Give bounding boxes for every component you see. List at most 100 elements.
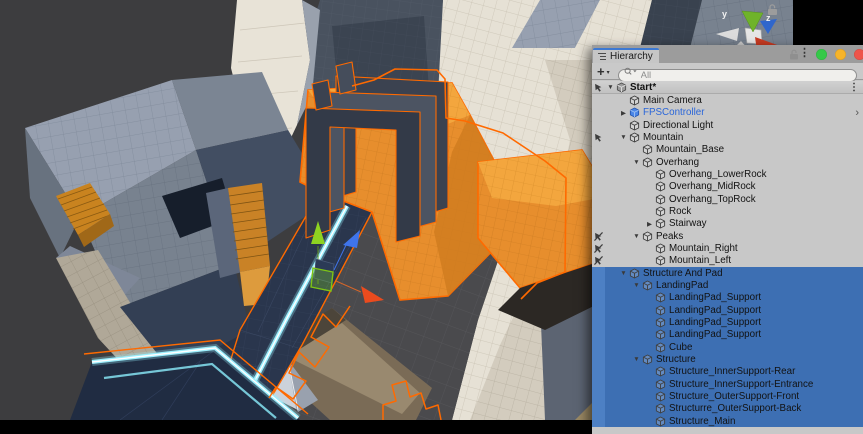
hierarchy-row[interactable]: ▼Mountain xyxy=(592,131,863,143)
hierarchy-row[interactable]: Structure_OuterSupport-Front xyxy=(592,390,863,402)
indent-spacer xyxy=(605,359,631,360)
indent-spacer xyxy=(605,149,631,150)
cube-icon xyxy=(655,292,667,303)
window-button-yellow[interactable] xyxy=(835,49,846,60)
row-label: Structurre_OuterSupport-Back xyxy=(669,403,801,414)
indent-spacer xyxy=(605,100,618,101)
hierarchy-row[interactable]: ▼Overhang xyxy=(592,156,863,168)
picking-toggle-icon[interactable] xyxy=(592,131,605,143)
scene-header-row[interactable]: ▼ Start* ⋮ xyxy=(592,81,863,94)
hierarchy-row[interactable]: LandingPad_Support xyxy=(592,329,863,341)
gutter-cell xyxy=(592,218,605,230)
row-label: LandingPad_Support xyxy=(669,329,761,340)
indent-spacer xyxy=(605,408,644,409)
row-label: Mountain_Base xyxy=(656,144,724,155)
gutter-cell xyxy=(592,94,605,106)
hierarchy-row[interactable]: Overhang_MidRock xyxy=(592,181,863,193)
tab-strip: Hierarchy ⋮ xyxy=(592,45,863,63)
gutter-cell xyxy=(592,415,605,427)
indent-spacer xyxy=(605,285,631,286)
hierarchy-toolbar: + ▾ xyxy=(592,63,863,80)
picking-toggle-icon[interactable] xyxy=(592,81,605,93)
hierarchy-row[interactable]: Cube xyxy=(592,341,863,353)
expand-arrow-icon[interactable]: ▶ xyxy=(644,220,655,228)
row-label: Mountain_Right xyxy=(669,243,738,254)
hierarchy-row[interactable]: ▼Structure And Pad xyxy=(592,267,863,279)
cube-icon xyxy=(655,391,667,402)
gutter-cell xyxy=(592,168,605,180)
cube-icon xyxy=(655,194,667,205)
cube-icon xyxy=(655,169,667,180)
hierarchy-row[interactable]: Structure_Main xyxy=(592,415,863,427)
indent-spacer xyxy=(605,384,644,385)
kebab-menu-icon[interactable]: ⋮ xyxy=(849,81,859,93)
gutter-cell xyxy=(592,267,605,279)
add-dropdown-caret-icon[interactable]: ▾ xyxy=(607,69,610,76)
row-label: Main Camera xyxy=(643,95,702,106)
hierarchy-row[interactable]: Structurre_OuterSupport-Back xyxy=(592,403,863,415)
prefab-open-chevron-icon[interactable]: › xyxy=(855,107,859,119)
expand-arrow-icon[interactable]: ▼ xyxy=(631,233,642,240)
prefab-icon xyxy=(629,107,641,118)
row-label: LandingPad_Support xyxy=(669,317,761,328)
indent-spacer xyxy=(605,137,618,138)
picking-disabled-icon[interactable] xyxy=(592,242,605,254)
indent-spacer xyxy=(605,273,618,274)
hierarchy-row[interactable]: Mountain_Left xyxy=(592,255,863,267)
expand-arrow-icon[interactable]: ▶ xyxy=(618,109,629,117)
cube-icon xyxy=(655,255,667,266)
hierarchy-row[interactable]: ▼LandingPad xyxy=(592,279,863,291)
cube-icon xyxy=(629,120,641,131)
expand-arrow-icon[interactable]: ▼ xyxy=(631,282,642,289)
gutter-cell xyxy=(592,316,605,328)
hierarchy-row[interactable]: Overhang_LowerRock xyxy=(592,168,863,180)
hierarchy-row[interactable]: Mountain_Right xyxy=(592,242,863,254)
cube-icon xyxy=(655,329,667,340)
expand-arrow-icon[interactable]: ▼ xyxy=(605,84,616,91)
indent-spacer xyxy=(605,310,644,311)
expand-arrow-icon[interactable]: ▼ xyxy=(631,356,642,363)
search-icon[interactable] xyxy=(624,67,638,76)
row-label: Stairway xyxy=(669,218,707,229)
cube-icon xyxy=(655,317,667,328)
row-label: Cube xyxy=(669,342,692,353)
hierarchy-row[interactable]: ▼Structure xyxy=(592,353,863,365)
window-button-red[interactable] xyxy=(854,49,863,60)
hierarchy-row[interactable]: Main Camera xyxy=(592,94,863,106)
hierarchy-row[interactable]: Mountain_Base xyxy=(592,144,863,156)
hierarchy-row[interactable]: Directional Light xyxy=(592,119,863,131)
expand-arrow-icon[interactable]: ▼ xyxy=(631,159,642,166)
hierarchy-row[interactable]: LandingPad_Support xyxy=(592,316,863,328)
indent-spacer xyxy=(605,421,644,422)
cube-icon xyxy=(629,132,641,143)
indent-spacer xyxy=(605,322,644,323)
gutter-cell xyxy=(592,181,605,193)
hierarchy-row[interactable]: Structure_InnerSupport-Entrance xyxy=(592,378,863,390)
hierarchy-row[interactable]: Overhang_TopRock xyxy=(592,193,863,205)
gutter-cell xyxy=(592,403,605,415)
hierarchy-row[interactable]: Rock xyxy=(592,205,863,217)
tab-hierarchy[interactable]: Hierarchy xyxy=(593,48,659,63)
expand-arrow-icon[interactable]: ▼ xyxy=(618,134,629,141)
hierarchy-row[interactable]: ▼ Peaks xyxy=(592,230,863,242)
indent-spacer xyxy=(605,248,644,249)
hierarchy-row[interactable]: LandingPad_Support xyxy=(592,292,863,304)
row-label: Peaks xyxy=(656,231,683,242)
lock-icon[interactable] xyxy=(789,49,799,60)
hierarchy-row[interactable]: Structure_InnerSupport-Rear xyxy=(592,366,863,378)
row-label: Overhang_MidRock xyxy=(669,181,756,192)
row-label: Start* xyxy=(630,82,656,93)
hierarchy-row[interactable]: LandingPad_Support xyxy=(592,304,863,316)
panel-menu-icon[interactable]: ⋮ xyxy=(799,46,810,59)
add-gameobject-button[interactable]: + xyxy=(597,65,605,78)
hierarchy-row[interactable]: ▶ FPSController › xyxy=(592,107,863,119)
picking-disabled-icon[interactable] xyxy=(592,230,605,242)
indent-spacer xyxy=(605,112,618,113)
cube-icon xyxy=(655,181,667,192)
picking-disabled-icon[interactable] xyxy=(592,255,605,267)
window-button-green[interactable] xyxy=(816,49,827,60)
row-label: FPSController xyxy=(643,107,705,118)
expand-arrow-icon[interactable]: ▼ xyxy=(618,270,629,277)
hierarchy-row[interactable]: ▶ Stairway xyxy=(592,218,863,230)
gutter-cell xyxy=(592,378,605,390)
